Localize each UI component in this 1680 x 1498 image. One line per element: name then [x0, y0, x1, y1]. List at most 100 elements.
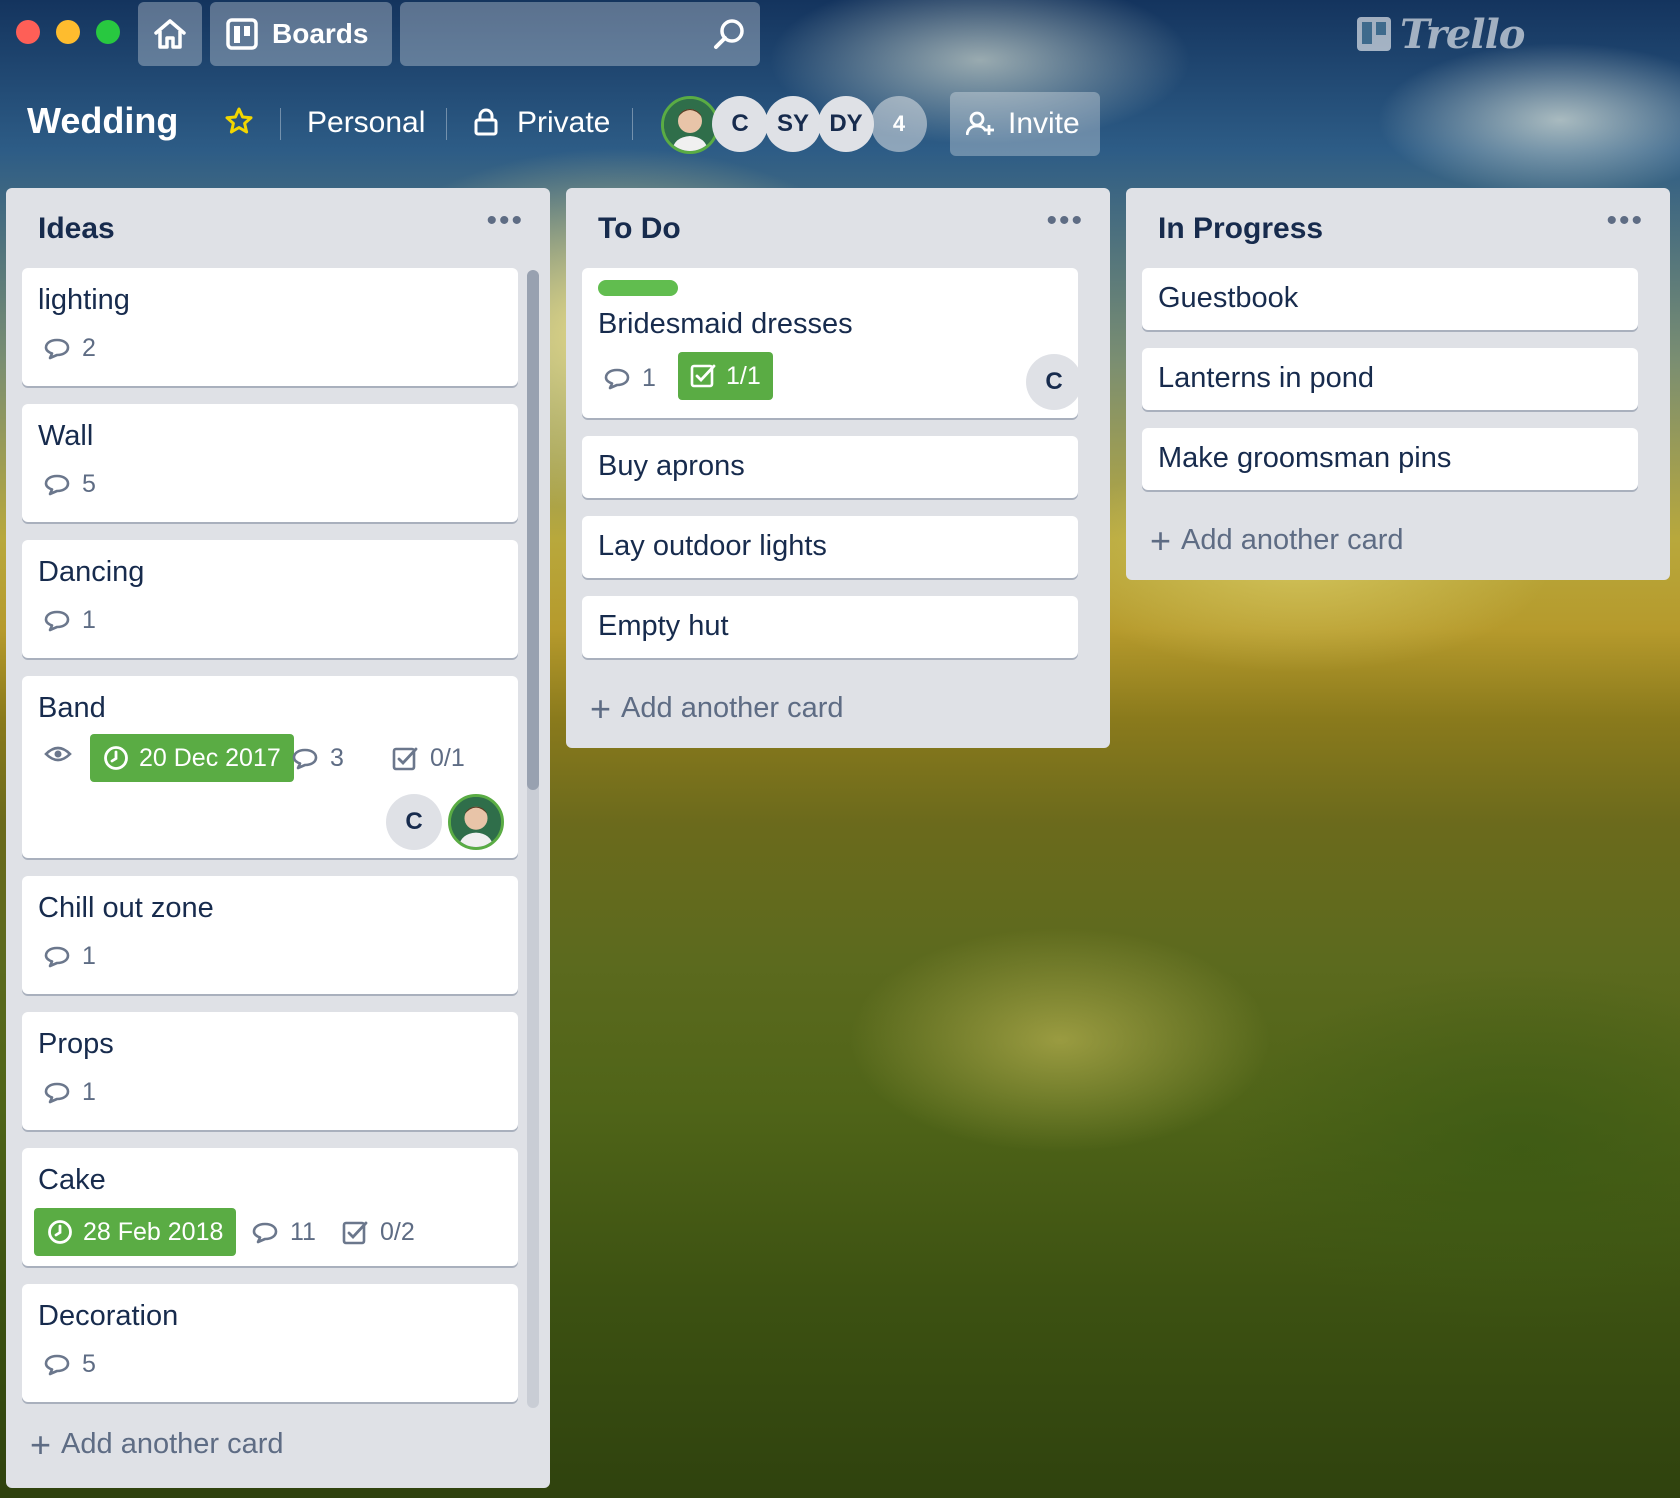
card[interactable]: Bridesmaid dresses 1 1/1 C: [582, 268, 1082, 418]
list-menu-button[interactable]: •••: [486, 206, 524, 236]
boards-icon: [226, 18, 258, 50]
comment-badge: 5: [44, 470, 96, 499]
header-divider: [446, 108, 447, 140]
add-card-label: Add another card: [61, 1428, 284, 1460]
card-title: Cake: [38, 1164, 106, 1196]
comment-icon: [44, 1082, 70, 1103]
checklist-icon: [392, 747, 418, 770]
card[interactable]: Wall 5: [22, 404, 518, 522]
comment-icon: [44, 338, 70, 359]
comment-icon: [44, 1354, 70, 1375]
card-title: Make groomsman pins: [1158, 442, 1452, 474]
invite-button[interactable]: Invite: [950, 92, 1100, 156]
card[interactable]: Buy aprons: [582, 436, 1078, 498]
trello-logo-icon: [1357, 17, 1391, 51]
trello-logo-text: Trello: [1400, 10, 1525, 58]
clock-icon: [48, 1220, 72, 1244]
comment-count: 2: [82, 334, 96, 362]
boards-button[interactable]: Boards: [210, 2, 392, 66]
comment-badge: 1: [44, 942, 96, 971]
card-member-avatar-photo[interactable]: [448, 794, 504, 850]
board-header: Wedding Personal Private C SY DY 4 Invit…: [0, 92, 1680, 156]
checklist-icon: [690, 364, 716, 388]
top-bar: Boards Trello: [0, 0, 1680, 68]
plus-icon: +: [30, 1423, 52, 1465]
search-input[interactable]: [400, 2, 760, 66]
checklist-count: 1/1: [726, 361, 761, 390]
list-title[interactable]: Ideas: [38, 212, 115, 246]
list-scrollbar-thumb[interactable]: [527, 270, 539, 790]
card-title: Lay outdoor lights: [598, 530, 827, 562]
invite-label: Invite: [1008, 107, 1080, 140]
comment-badge: 1: [604, 364, 656, 393]
card[interactable]: Decoration 5: [22, 1284, 518, 1402]
window-zoom-button[interactable]: [96, 20, 120, 44]
list-title[interactable]: To Do: [598, 212, 681, 246]
card[interactable]: Dancing 1: [22, 540, 518, 658]
member-avatar[interactable]: C: [712, 96, 768, 152]
clock-icon: [104, 746, 128, 770]
card[interactable]: Empty hut: [582, 596, 1078, 658]
list-scrollbar[interactable]: [527, 270, 539, 1408]
comment-count: 1: [82, 942, 96, 970]
card[interactable]: Chill out zone 1: [22, 876, 518, 994]
due-date: 28 Feb 2018: [83, 1217, 224, 1246]
due-date-badge[interactable]: 28 Feb 2018: [34, 1208, 237, 1256]
visibility-button[interactable]: [474, 108, 498, 141]
member-avatar[interactable]: SY: [765, 96, 821, 152]
card-title: Lanterns in pond: [1158, 362, 1375, 394]
card[interactable]: Cake 28 Feb 2018 11 0/2: [22, 1148, 518, 1266]
card[interactable]: Guestbook: [1142, 268, 1638, 330]
watch-icon: [44, 746, 72, 762]
list-in-progress: In Progress ••• Guestbook Lanterns in po…: [1126, 188, 1670, 580]
list-to-do: To Do ••• Bridesmaid dresses 1 1/1 C Buy…: [566, 188, 1110, 748]
card-label-green[interactable]: [598, 280, 678, 296]
card-title: Wall: [38, 420, 94, 452]
member-overflow-count[interactable]: 4: [871, 96, 927, 152]
board-title[interactable]: Wedding: [27, 100, 178, 142]
card[interactable]: Lay outdoor lights: [582, 516, 1078, 578]
search-icon: [714, 19, 744, 49]
member-avatar-photo[interactable]: [661, 96, 719, 154]
card[interactable]: Band 20 Dec 2017 3 0/1 C: [22, 676, 518, 858]
card-title: Bridesmaid dresses: [598, 308, 853, 340]
list-menu-button[interactable]: •••: [1606, 206, 1644, 236]
window-close-button[interactable]: [16, 20, 40, 44]
window-minimize-button[interactable]: [56, 20, 80, 44]
card-member-avatar[interactable]: C: [386, 794, 442, 850]
checklist-badge: 0/2: [342, 1218, 415, 1247]
more-icon: •••: [1606, 204, 1644, 237]
comment-badge: 5: [44, 1350, 96, 1379]
add-card-button[interactable]: + Add another card: [30, 1423, 284, 1465]
checklist-complete-badge: 1/1: [678, 352, 773, 400]
comment-icon: [44, 610, 70, 631]
due-date-badge[interactable]: 20 Dec 2017: [90, 734, 294, 782]
add-card-button[interactable]: + Add another card: [590, 690, 844, 726]
comment-icon: [252, 1222, 278, 1243]
checklist-count: 0/1: [430, 744, 465, 772]
card-title: lighting: [38, 284, 130, 316]
comment-badge: 2: [44, 334, 96, 363]
team-button[interactable]: Personal: [307, 106, 425, 140]
watch-badge: [44, 744, 84, 764]
list-menu-button[interactable]: •••: [1046, 206, 1084, 236]
list-title[interactable]: In Progress: [1158, 212, 1323, 246]
comment-count: 5: [82, 470, 96, 498]
card-member-avatar[interactable]: C: [1026, 354, 1082, 410]
card[interactable]: Props 1: [22, 1012, 518, 1130]
header-divider: [280, 108, 281, 140]
card[interactable]: lighting 2: [22, 268, 518, 386]
card-title: Props: [38, 1028, 114, 1060]
checklist-icon: [342, 1221, 368, 1244]
star-button[interactable]: [224, 106, 254, 141]
home-icon: [154, 19, 186, 49]
list-ideas: Ideas ••• lighting 2 Wall 5 Dancing 1 Ba…: [6, 188, 550, 1488]
card[interactable]: Make groomsman pins: [1142, 428, 1638, 490]
member-avatar[interactable]: DY: [818, 96, 874, 152]
card[interactable]: Lanterns in pond: [1142, 348, 1638, 410]
add-member-icon: [966, 111, 994, 136]
visibility-label[interactable]: Private: [517, 106, 610, 140]
trello-logo[interactable]: Trello: [1356, 8, 1525, 60]
home-button[interactable]: [138, 2, 202, 66]
add-card-button[interactable]: + Add another card: [1150, 522, 1404, 558]
